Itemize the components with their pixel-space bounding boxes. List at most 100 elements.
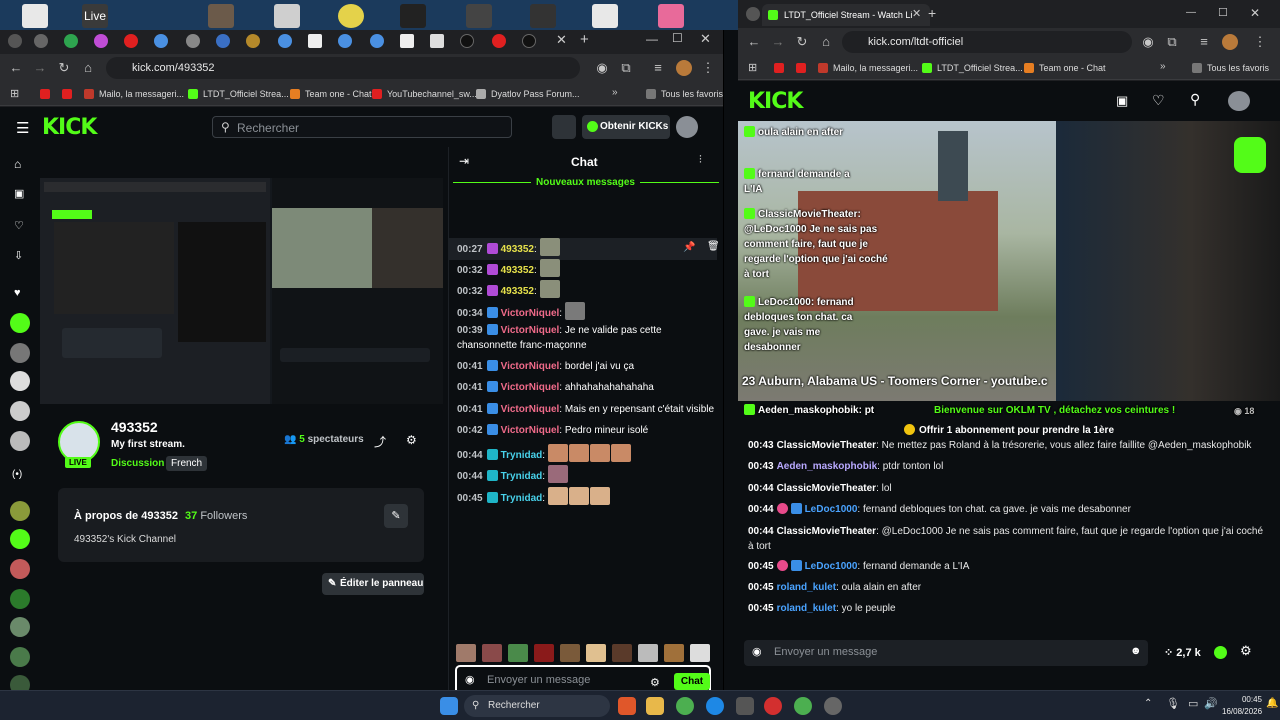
chrome-icon[interactable] xyxy=(676,697,694,715)
tab-icon[interactable] xyxy=(430,34,444,48)
quick-emote[interactable] xyxy=(612,644,632,662)
followed-channel-avatar[interactable] xyxy=(10,313,30,333)
share-icon[interactable]: ⤴ xyxy=(374,433,386,450)
video-player[interactable]: oula alain en after fernand demande a L'… xyxy=(738,121,1280,421)
quick-emote[interactable] xyxy=(664,644,684,662)
tab-icon[interactable] xyxy=(246,34,260,48)
network-icon[interactable]: ▭ xyxy=(1188,697,1198,710)
forward-icon[interactable]: → xyxy=(32,60,48,76)
x-tab-icon[interactable] xyxy=(460,34,474,48)
category-link[interactable]: Discussion xyxy=(111,458,164,469)
quick-emote[interactable] xyxy=(534,644,554,662)
bookmark-ltdt[interactable]: LTDT_Officiel Strea... xyxy=(922,61,1023,75)
close-tab-icon[interactable]: ✕ xyxy=(556,32,567,48)
tab-icon[interactable] xyxy=(34,34,48,48)
chrome-tab-icon[interactable] xyxy=(338,34,352,48)
chrome-tab-icon[interactable] xyxy=(370,34,384,48)
recommended-channel-avatar[interactable] xyxy=(10,589,30,609)
quick-emote[interactable] xyxy=(508,644,528,662)
all-bookmarks-folder[interactable]: Tous les favoris xyxy=(646,87,723,101)
more-bookmarks-icon[interactable]: » xyxy=(612,87,618,98)
url-field[interactable]: kick.com/493352 xyxy=(106,57,580,79)
followed-channel-avatar[interactable] xyxy=(10,401,30,421)
pink-file-icon[interactable] xyxy=(658,4,684,28)
search-input[interactable]: ⚲ Rechercher xyxy=(212,116,512,138)
reload-icon[interactable]: ↻ xyxy=(56,60,72,76)
media-icon[interactable]: ≡ xyxy=(1196,34,1212,50)
photo-icon[interactable] xyxy=(208,4,234,28)
recommended-channel-avatar[interactable] xyxy=(10,675,30,690)
bookmark-mailo[interactable]: Mailo, la messageri... xyxy=(84,87,184,101)
chat-settings-icon[interactable]: ⚙ xyxy=(1240,643,1252,659)
brave-icon[interactable] xyxy=(618,697,636,715)
new-tab-icon[interactable]: + xyxy=(928,5,936,21)
tab-menu-icon[interactable] xyxy=(8,34,22,48)
wikipedia-tab-icon[interactable] xyxy=(308,34,322,48)
quick-emote[interactable] xyxy=(482,644,502,662)
obtain-kicks-button[interactable]: Obtenir KICKs xyxy=(582,115,670,139)
bookmark-team-one[interactable]: Team one - Chat xyxy=(290,87,372,101)
quick-emote[interactable] xyxy=(690,644,710,662)
video-player[interactable] xyxy=(40,178,443,404)
app-icon[interactable] xyxy=(736,697,754,715)
browse-nav-icon[interactable]: ▣ xyxy=(14,187,24,200)
microphone-icon[interactable]: 🎙 xyxy=(1166,697,1180,710)
app-icon[interactable] xyxy=(466,4,492,28)
volume-icon[interactable]: 🔊 xyxy=(1204,697,1218,710)
quick-emote[interactable] xyxy=(456,644,476,662)
kick-logo[interactable]: KICK xyxy=(748,89,803,114)
recommended-channel-avatar[interactable] xyxy=(10,501,30,521)
video-file-icon[interactable] xyxy=(400,4,426,28)
following-nav-icon[interactable]: ♡ xyxy=(14,219,24,232)
collapse-chat-icon[interactable]: ⇥ xyxy=(459,154,469,168)
minimize-icon[interactable]: — xyxy=(1186,7,1196,18)
chrome-icon[interactable] xyxy=(794,697,812,715)
send-chat-button[interactable]: Chat xyxy=(674,673,710,690)
apps-grid-icon[interactable]: ⊞ xyxy=(10,87,19,100)
file-explorer-icon[interactable] xyxy=(646,697,664,715)
chat-users-icon[interactable]: ⫶ xyxy=(699,154,702,167)
menu-dots-icon[interactable]: ⋮ xyxy=(1252,34,1268,50)
bookmark-youtubechannel[interactable]: YouTubechannel_sw... xyxy=(372,87,477,101)
recommended-channel-avatar[interactable] xyxy=(10,617,30,637)
chat-settings-icon[interactable]: ⚙ xyxy=(650,676,660,689)
back-icon[interactable]: ← xyxy=(746,34,762,50)
recommended-channel-avatar[interactable] xyxy=(10,529,30,549)
active-tab[interactable]: LTDT_Officiel Stream - Watch Li xyxy=(762,4,930,26)
taskbar-search[interactable]: ⚲ Rechercher xyxy=(464,695,610,717)
maximize-icon[interactable]: ☐ xyxy=(672,31,683,45)
menu-dots-icon[interactable]: ⋮ xyxy=(700,60,716,76)
followed-channel-avatar[interactable] xyxy=(10,343,30,363)
bookmark-youtube[interactable] xyxy=(40,87,55,101)
close-window-icon[interactable]: ✕ xyxy=(1250,6,1260,20)
tab-menu-icon[interactable] xyxy=(746,7,760,21)
profile-avatar[interactable] xyxy=(676,60,692,76)
reload-icon[interactable]: ↻ xyxy=(794,34,810,50)
quick-emote[interactable] xyxy=(638,644,658,662)
file-icon[interactable] xyxy=(22,4,48,28)
chat-badge-icon[interactable]: ◉ xyxy=(465,673,475,686)
youtube-tab-icon[interactable] xyxy=(492,34,506,48)
opera-icon[interactable] xyxy=(764,697,782,715)
live-app-icon[interactable]: Live xyxy=(82,4,108,28)
home-icon[interactable]: ⌂ xyxy=(818,34,834,50)
extensions-icon[interactable]: ⧉ xyxy=(1164,34,1180,50)
dashboard-nav-icon[interactable]: ⇩ xyxy=(14,249,23,262)
recommended-channel-avatar[interactable] xyxy=(10,559,30,579)
disc-icon[interactable] xyxy=(338,4,364,28)
tray-chevron-icon[interactable]: ⌃ xyxy=(1144,698,1152,709)
chrome-tab-icon[interactable] xyxy=(278,34,292,48)
home-nav-icon[interactable]: ⌂ xyxy=(14,157,21,171)
spreadsheet-icon[interactable] xyxy=(592,4,618,28)
recommended-channel-avatar[interactable] xyxy=(10,647,30,667)
extension-icon[interactable]: ◉ xyxy=(1140,34,1156,50)
tab-icon[interactable] xyxy=(94,34,108,48)
rewards-icon[interactable] xyxy=(552,115,576,139)
user-avatar[interactable] xyxy=(676,116,698,138)
extensions-icon[interactable]: ⧉ xyxy=(618,60,634,76)
all-bookmarks-folder[interactable]: Tous les favoris xyxy=(1192,61,1269,75)
bookmark-mailo[interactable]: Mailo, la messageri... xyxy=(818,61,918,75)
notifications-icon[interactable]: 🔔 xyxy=(1266,698,1278,709)
edit-pencil-icon[interactable]: ✎ xyxy=(384,504,408,528)
minimize-icon[interactable]: — xyxy=(646,32,658,46)
